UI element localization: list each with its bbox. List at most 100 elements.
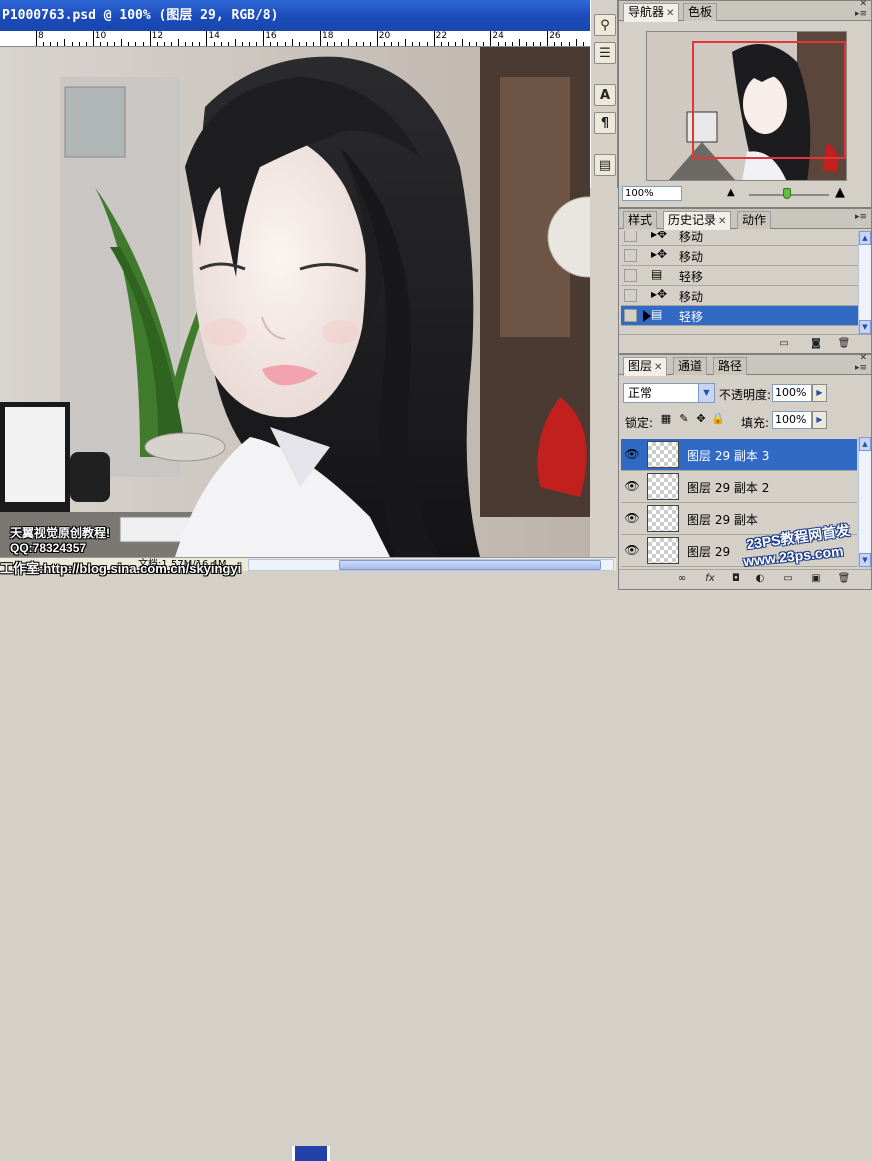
lock-label: 锁定: xyxy=(625,414,653,431)
tab-actions[interactable]: 动作 xyxy=(737,211,771,229)
add-mask-icon[interactable]: ◘ xyxy=(729,573,743,586)
lock-position-icon[interactable]: ✥ xyxy=(694,412,708,426)
tab-styles[interactable]: 样式 xyxy=(623,211,657,229)
layer-style-icon[interactable]: fx xyxy=(703,573,717,586)
image-canvas[interactable] xyxy=(0,47,590,557)
fill-slider-button[interactable]: ▶ xyxy=(812,411,827,429)
new-snapshot-icon[interactable]: ◙ xyxy=(809,338,823,351)
zoom-in-icon[interactable]: ▲ xyxy=(835,185,845,200)
scroll-down-icon[interactable]: ▼ xyxy=(859,320,871,334)
ruler-minor-tick xyxy=(157,42,158,46)
history-snapshot-checkbox[interactable] xyxy=(624,249,637,262)
panel-menu-icon[interactable]: ▸≡ xyxy=(855,212,867,222)
trash-icon[interactable]: 🗑 xyxy=(837,573,851,586)
opacity-slider-button[interactable]: ▶ xyxy=(812,384,827,402)
document-title-bar[interactable]: P1000763.psd @ 100% (图层 29, RGB/8) xyxy=(0,0,590,31)
zoom-slider-thumb[interactable] xyxy=(783,188,791,199)
opacity-input[interactable]: 100% xyxy=(772,384,812,402)
scroll-up-icon[interactable]: ▲ xyxy=(859,231,871,245)
ruler-minor-tick xyxy=(469,42,470,46)
history-scrollbar[interactable]: ▲ ▼ xyxy=(858,231,871,334)
paragraph-palette-icon[interactable]: ¶ xyxy=(594,112,616,134)
eye-icon[interactable]: 👁 xyxy=(624,543,640,559)
tool-presets-icon[interactable]: ☰ xyxy=(594,42,616,64)
layers-scrollbar[interactable]: ▲ ▼ xyxy=(858,437,871,567)
watermark-line1: 天翼视觉原创教程! xyxy=(10,524,110,541)
history-item[interactable]: ▸✥ 移动 xyxy=(621,286,859,306)
navigator-view-box[interactable] xyxy=(692,41,846,159)
close-icon[interactable]: ✕ xyxy=(654,362,662,373)
ruler-minor-tick xyxy=(348,39,349,46)
ruler-minor-tick xyxy=(483,42,484,46)
info-palette-icon[interactable]: ▤ xyxy=(594,154,616,176)
history-item-selected[interactable]: ▤ 轻移 xyxy=(621,306,859,326)
horizontal-ruler[interactable]: 8101214161820222426 xyxy=(0,31,590,47)
ruler-minor-tick xyxy=(540,42,541,46)
ruler-minor-tick xyxy=(270,42,271,46)
panel-menu-icon[interactable]: ▸≡ xyxy=(855,363,867,373)
lock-all-icon[interactable]: 🔒 xyxy=(711,412,725,426)
adjustment-layer-icon[interactable]: ◐ xyxy=(753,573,767,586)
blend-mode-select[interactable]: 正常 ▼ xyxy=(623,383,715,403)
tab-channels[interactable]: 通道 xyxy=(673,357,707,375)
horizontal-scroll-thumb[interactable] xyxy=(339,560,601,570)
eye-icon[interactable]: 👁 xyxy=(624,479,640,495)
tab-layers[interactable]: 图层✕ xyxy=(623,357,667,376)
scroll-up-icon[interactable]: ▲ xyxy=(859,437,871,451)
ruler-label: 10 xyxy=(95,31,106,41)
layer-thumbnail xyxy=(647,441,679,468)
history-snapshot-checkbox[interactable] xyxy=(624,289,637,302)
link-layers-icon[interactable]: ∞ xyxy=(675,573,689,586)
history-item[interactable]: ▸✥ 移动 xyxy=(621,246,859,266)
new-group-icon[interactable]: ▭ xyxy=(781,573,795,586)
lock-transparency-icon[interactable]: ▦ xyxy=(659,412,673,426)
history-item[interactable]: ▸✥ 移动 xyxy=(621,231,859,246)
ruler-minor-tick xyxy=(107,42,108,46)
history-item[interactable]: ▤ 轻移 xyxy=(621,266,859,286)
ruler-minor-tick xyxy=(221,42,222,46)
chevron-down-icon[interactable]: ▼ xyxy=(698,384,714,402)
horizontal-scrollbar[interactable] xyxy=(248,559,614,571)
ruler-major-tick xyxy=(377,31,378,46)
ruler-minor-tick xyxy=(79,42,80,46)
tab-navigator[interactable]: 导航器✕ xyxy=(623,3,679,22)
fill-input[interactable]: 100% xyxy=(772,411,812,429)
layer-row[interactable]: 👁 图层 29 副本 2 xyxy=(621,471,857,503)
ruler-minor-tick xyxy=(86,42,87,46)
ruler-major-tick xyxy=(263,31,264,46)
new-document-from-state-icon[interactable]: ▭ xyxy=(777,338,791,351)
eye-icon[interactable]: 👁 xyxy=(624,447,640,463)
close-icon[interactable]: ✕ xyxy=(666,8,674,19)
panel-menu-icon[interactable]: ▸≡ xyxy=(855,9,867,19)
eye-icon[interactable]: 👁 xyxy=(624,511,640,527)
ruler-minor-tick xyxy=(242,42,243,46)
trash-icon[interactable]: 🗑 xyxy=(837,338,851,351)
navigator-tabs: 导航器✕ 色板 ✕ ▸≡ xyxy=(619,1,871,21)
panel-close-icon[interactable]: ✕ xyxy=(859,0,867,9)
ruler-minor-tick xyxy=(249,42,250,46)
tab-paths[interactable]: 路径 xyxy=(713,357,747,375)
ruler-minor-tick xyxy=(391,42,392,46)
navigator-zoom-input[interactable]: 100% xyxy=(622,186,682,201)
scroll-down-icon[interactable]: ▼ xyxy=(859,553,871,567)
zoom-out-icon[interactable]: ▲ xyxy=(727,187,735,198)
ruler-minor-tick xyxy=(164,42,165,46)
layer-row-selected[interactable]: 👁 图层 29 副本 3 xyxy=(621,439,857,471)
character-palette-icon[interactable]: A xyxy=(594,84,616,106)
new-layer-icon[interactable]: ▣ xyxy=(809,573,823,586)
panel-close-icon[interactable]: ✕ xyxy=(859,353,867,363)
close-icon[interactable]: ✕ xyxy=(718,216,726,227)
layer-thumbnail xyxy=(647,537,679,564)
ruler-minor-tick xyxy=(583,42,584,46)
ruler-minor-tick xyxy=(419,42,420,46)
tab-history[interactable]: 历史记录✕ xyxy=(663,211,731,230)
history-snapshot-checkbox[interactable] xyxy=(624,269,637,282)
history-snapshot-checkbox[interactable] xyxy=(624,309,637,322)
lock-image-icon[interactable]: ✎ xyxy=(677,412,691,426)
navigator-thumbnail[interactable] xyxy=(646,31,847,181)
tab-swatches[interactable]: 色板 xyxy=(683,3,717,21)
opacity-label: 不透明度: xyxy=(719,386,771,403)
ruler-minor-tick xyxy=(114,42,115,46)
history-snapshot-checkbox[interactable] xyxy=(624,231,637,242)
brushes-palette-icon[interactable]: ⚲ xyxy=(594,14,616,36)
